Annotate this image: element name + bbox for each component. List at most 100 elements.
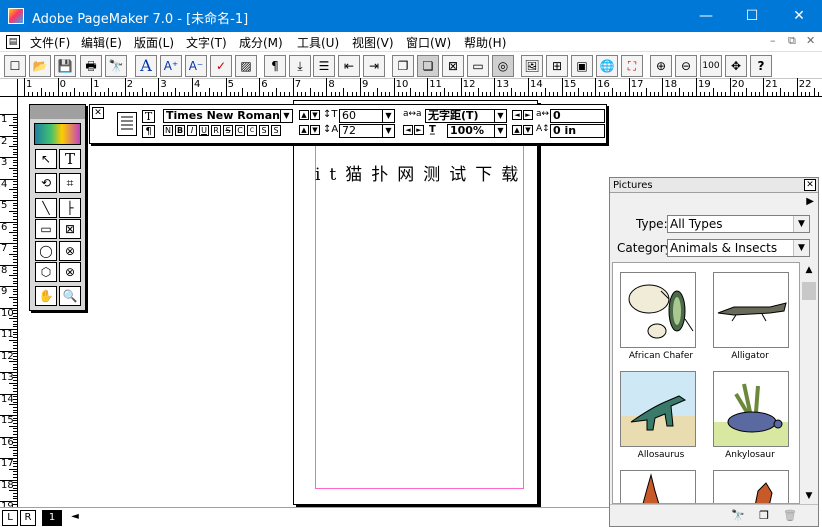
new-library-icon[interactable]: ❐ [756,508,772,524]
width-nudge-right-icon[interactable]: ► [414,125,424,135]
menu-window[interactable]: 窗口(W) [406,34,451,51]
kern-nudge-left-icon[interactable]: ◄ [512,110,522,120]
help-icon[interactable]: ? [750,55,772,77]
type-select[interactable]: All Types ▼ [667,215,810,233]
link-icon[interactable]: ◎ [492,55,514,77]
horizontal-ruler[interactable]: 101234567891011121314151617181920212223 [18,78,822,97]
style-smallcaps-toggle[interactable]: C [247,125,257,136]
scroll-thumb[interactable] [802,282,816,300]
font-larger-icon[interactable]: A⁺ [160,55,182,77]
tracking-field[interactable]: 无字距(T) ▼ [425,109,507,123]
kern-field[interactable]: 0 [550,109,605,123]
search-pictures-icon[interactable]: 🔭 [730,508,746,524]
baseline-nudge-up-icon[interactable]: ▲ [512,125,522,135]
pdf-icon[interactable]: ⛶ [621,55,643,77]
scroll-down-icon[interactable]: ▼ [801,488,817,504]
zoom-tool[interactable]: 🔍 [59,286,81,306]
paste-icon[interactable]: ❏ [417,55,439,77]
font-smaller-icon[interactable]: A⁻ [185,55,207,77]
style-reverse-toggle[interactable]: R [211,125,221,136]
font-dropdown-icon[interactable]: ▼ [280,110,292,122]
allosaurus-thumbnail[interactable] [620,371,696,447]
fit-window-icon[interactable]: ✥ [725,55,747,77]
pictures-scrollbar[interactable]: ▲ ▼ [801,262,817,504]
line-tool[interactable]: ╲ [35,198,57,218]
spell-check-icon[interactable]: ✓ [210,55,232,77]
hyperlink-icon[interactable]: ▣ [571,55,593,77]
style-bold-toggle[interactable]: B [175,125,185,136]
page-text-block[interactable]: it猫扑网测试下载 [315,160,527,185]
print-icon[interactable]: 🖶 [80,55,102,77]
kern-nudge-right-icon[interactable]: ► [523,110,533,120]
leading-field[interactable]: 72 ▼ [339,124,395,138]
ankylosaur-thumbnail[interactable] [713,371,789,447]
delete-icon[interactable]: 🗑 [782,508,798,524]
actual-size-icon[interactable]: 100 [700,55,722,77]
leading-nudge-up-icon[interactable]: ▲ [299,125,309,135]
style-superscript-toggle[interactable]: S [259,125,269,136]
menu-layout[interactable]: 版面(L) [134,34,174,51]
menu-edit[interactable]: 编辑(E) [81,34,122,51]
menu-type[interactable]: 文字(T) [186,34,227,51]
width-scale-field[interactable]: 100% ▼ [447,124,507,138]
image-icon[interactable]: 🖼 [521,55,543,77]
frame-icon[interactable]: ⊠ [442,55,464,77]
rectangle-frame-tool[interactable]: ⊠ [59,219,81,239]
new-icon[interactable]: ☐ [4,55,26,77]
baseline-nudge-down-icon[interactable]: ▼ [523,125,533,135]
next-picture-thumbnail-2[interactable] [713,470,789,503]
web-icon[interactable]: 🌐 [596,55,618,77]
apply-button[interactable] [117,112,137,136]
text-frame-icon[interactable]: ▭ [467,55,489,77]
width-nudge-left-icon[interactable]: ◄ [403,125,413,135]
toolbox-title-bar[interactable] [30,105,85,119]
menu-element[interactable]: 成分(M) [239,34,283,51]
document-system-menu-icon[interactable]: ▤ [6,35,20,49]
size-nudge-down-icon[interactable]: ▼ [310,110,320,120]
doc-restore-button[interactable]: ⧉ [788,34,796,48]
menu-file[interactable]: 文件(F) [30,34,70,51]
control-palette-close-icon[interactable]: ✕ [92,107,104,119]
baseline-shift-field[interactable]: 0 in [550,124,605,138]
open-icon[interactable]: 📂 [29,55,51,77]
style-italic-toggle[interactable]: I [187,125,197,136]
font-name-field[interactable]: Times New Roman ▼ [163,109,293,123]
paragraph-icon[interactable]: ¶ [264,55,286,77]
place-icon[interactable]: ⤓ [289,55,311,77]
ellipse-tool[interactable]: ◯ [35,241,57,261]
style-underline-toggle[interactable]: U [199,125,209,136]
tracking-dropdown-icon[interactable]: ▼ [494,110,506,122]
font-size-dropdown-icon[interactable]: ▼ [382,110,394,122]
leading-dropdown-icon[interactable]: ▼ [382,125,394,137]
bullets-icon[interactable]: ☰ [313,55,335,77]
close-button[interactable]: ✕ [776,0,822,32]
menu-utilities[interactable]: 工具(U) [297,34,339,51]
size-nudge-up-icon[interactable]: ▲ [299,110,309,120]
font-size-field[interactable]: 60 ▼ [339,109,395,123]
zoom-out-icon[interactable]: ⊖ [675,55,697,77]
polygon-frame-tool[interactable]: ⊗ [59,262,81,282]
polygon-tool[interactable]: ⬡ [35,262,57,282]
indent-icon[interactable]: ⇥ [363,55,385,77]
vertical-ruler[interactable]: 12345678910111213141516171819 [0,97,18,512]
zoom-in-icon[interactable]: ⊕ [650,55,672,77]
african-chafer-thumbnail[interactable] [620,272,696,348]
style-normal-toggle[interactable]: N [163,125,173,136]
next-picture-thumbnail[interactable] [620,470,696,503]
save-icon[interactable]: 💾 [54,55,76,77]
pictures-palette-title[interactable]: Pictures [610,178,818,193]
type-dropdown-icon[interactable]: ▼ [793,216,809,232]
ruler-origin[interactable] [0,79,18,97]
width-scale-dropdown-icon[interactable]: ▼ [494,125,506,137]
scroll-pages-left-icon[interactable]: ◄ [68,510,82,526]
find-icon[interactable]: 🔭 [105,55,127,77]
character-mode-button[interactable]: T [142,110,155,123]
pointer-tool[interactable]: ↖ [35,149,57,169]
copy-icon[interactable]: ❐ [392,55,414,77]
outdent-icon[interactable]: ⇤ [338,55,360,77]
menu-view[interactable]: 视图(V) [352,34,394,51]
left-master-page-icon[interactable]: L [2,510,18,526]
pictures-close-icon[interactable]: ✕ [804,179,816,191]
style-subscript-toggle[interactable]: S [271,125,281,136]
doc-close-button[interactable]: ✕ [806,34,815,47]
